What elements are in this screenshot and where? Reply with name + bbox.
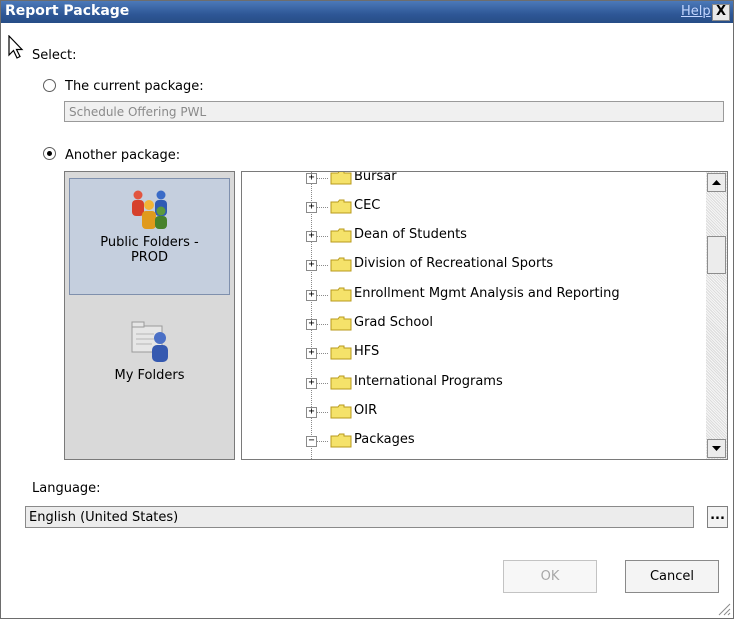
expand-icon[interactable]: + — [306, 290, 317, 301]
tree-item-recreational-sports[interactable]: + Division of Recreational Sports — [242, 254, 702, 276]
my-folders-tile[interactable]: My Folders — [69, 314, 230, 404]
language-label: Language: — [32, 481, 101, 496]
expand-icon[interactable]: + — [306, 378, 317, 389]
expand-icon[interactable]: + — [306, 319, 317, 330]
expand-icon[interactable]: + — [306, 407, 317, 418]
expand-icon[interactable]: + — [306, 260, 317, 271]
dialog-title: Report Package — [5, 3, 130, 19]
expand-icon[interactable]: + — [306, 348, 317, 359]
mouse-cursor-icon — [8, 35, 24, 59]
package-tree: + Bursar + CEC + Dean of Students + Divi… — [241, 171, 728, 460]
location-pane: Public Folders - PROD My Folders — [64, 171, 235, 460]
title-bar: Report Package Help X — [1, 1, 733, 23]
language-field[interactable]: English (United States) — [25, 506, 694, 528]
public-folders-tile[interactable]: Public Folders - PROD — [69, 178, 230, 295]
scroll-thumb[interactable] — [707, 236, 726, 274]
report-package-dialog: Report Package Help X Select: The curren… — [0, 0, 734, 619]
close-button[interactable]: X — [712, 4, 730, 21]
folder-icon — [330, 257, 352, 272]
expand-icon[interactable]: + — [306, 231, 317, 242]
tree-item-grad-school[interactable]: + Grad School — [242, 313, 702, 335]
tree-item-label: Packages — [354, 432, 415, 447]
tree-scrollbar[interactable] — [706, 172, 727, 459]
folder-icon — [330, 228, 352, 243]
current-package-label: The current package: — [65, 79, 204, 94]
expand-icon[interactable]: + — [306, 202, 317, 213]
another-package-radio[interactable] — [43, 147, 56, 160]
tree-item-label: Bursar — [354, 171, 397, 184]
arrow-down-icon — [712, 446, 721, 451]
language-browse-button[interactable]: ... — [707, 506, 728, 528]
folder-icon — [330, 375, 352, 390]
public-folders-label-line2: PROD — [130, 250, 169, 265]
select-label: Select: — [32, 48, 77, 63]
tree-item-enrollment-mgmt[interactable]: + Enrollment Mgmt Analysis and Reporting — [242, 284, 702, 306]
my-folders-icon — [131, 321, 168, 362]
tree-item-label: Enrollment Mgmt Analysis and Reporting — [354, 286, 620, 301]
scroll-up-button[interactable] — [707, 173, 726, 192]
expand-icon[interactable]: + — [306, 173, 317, 184]
folder-icon — [330, 404, 352, 419]
public-folders-icon — [131, 190, 167, 229]
folder-icon — [330, 433, 352, 448]
folder-icon — [330, 172, 352, 185]
current-package-field: Schedule Offering PWL — [64, 101, 724, 122]
tree-item-hfs[interactable]: + HFS — [242, 342, 702, 364]
tree-item-label: Dean of Students — [354, 227, 467, 242]
tree-item-dean-of-students[interactable]: + Dean of Students — [242, 225, 702, 247]
folder-icon — [330, 287, 352, 302]
tree-item-label: Division of Recreational Sports — [354, 256, 554, 271]
arrow-up-icon — [712, 180, 721, 185]
tree-item-international-programs[interactable]: + International Programs — [242, 372, 702, 394]
tree-item-oir[interactable]: + OIR — [242, 401, 702, 423]
resize-grip-icon[interactable] — [717, 602, 731, 616]
tree-item-cec[interactable]: + CEC — [242, 196, 702, 218]
my-folders-label: My Folders — [114, 368, 185, 383]
current-package-radio[interactable] — [43, 79, 56, 92]
scroll-down-button[interactable] — [707, 439, 726, 458]
tree-item-label: International Programs — [354, 374, 503, 389]
collapse-icon[interactable]: − — [306, 436, 317, 447]
ok-button[interactable]: OK — [503, 560, 597, 593]
tree-item-label: OIR — [354, 403, 378, 418]
folder-icon — [330, 199, 352, 214]
tree-item-packages[interactable]: − Packages — [242, 430, 702, 452]
folder-icon — [330, 316, 352, 331]
public-folders-label-line1: Public Folders - — [100, 235, 199, 250]
another-package-label: Another package: — [65, 148, 181, 163]
tree-item-label: Grad School — [354, 315, 433, 330]
tree-item-bursar[interactable]: + Bursar — [242, 171, 702, 189]
cancel-button[interactable]: Cancel — [625, 560, 719, 593]
folder-icon — [330, 345, 352, 360]
help-link[interactable]: Help — [681, 4, 711, 19]
tree-item-label: HFS — [354, 344, 380, 359]
tree-item-label: CEC — [354, 198, 381, 213]
